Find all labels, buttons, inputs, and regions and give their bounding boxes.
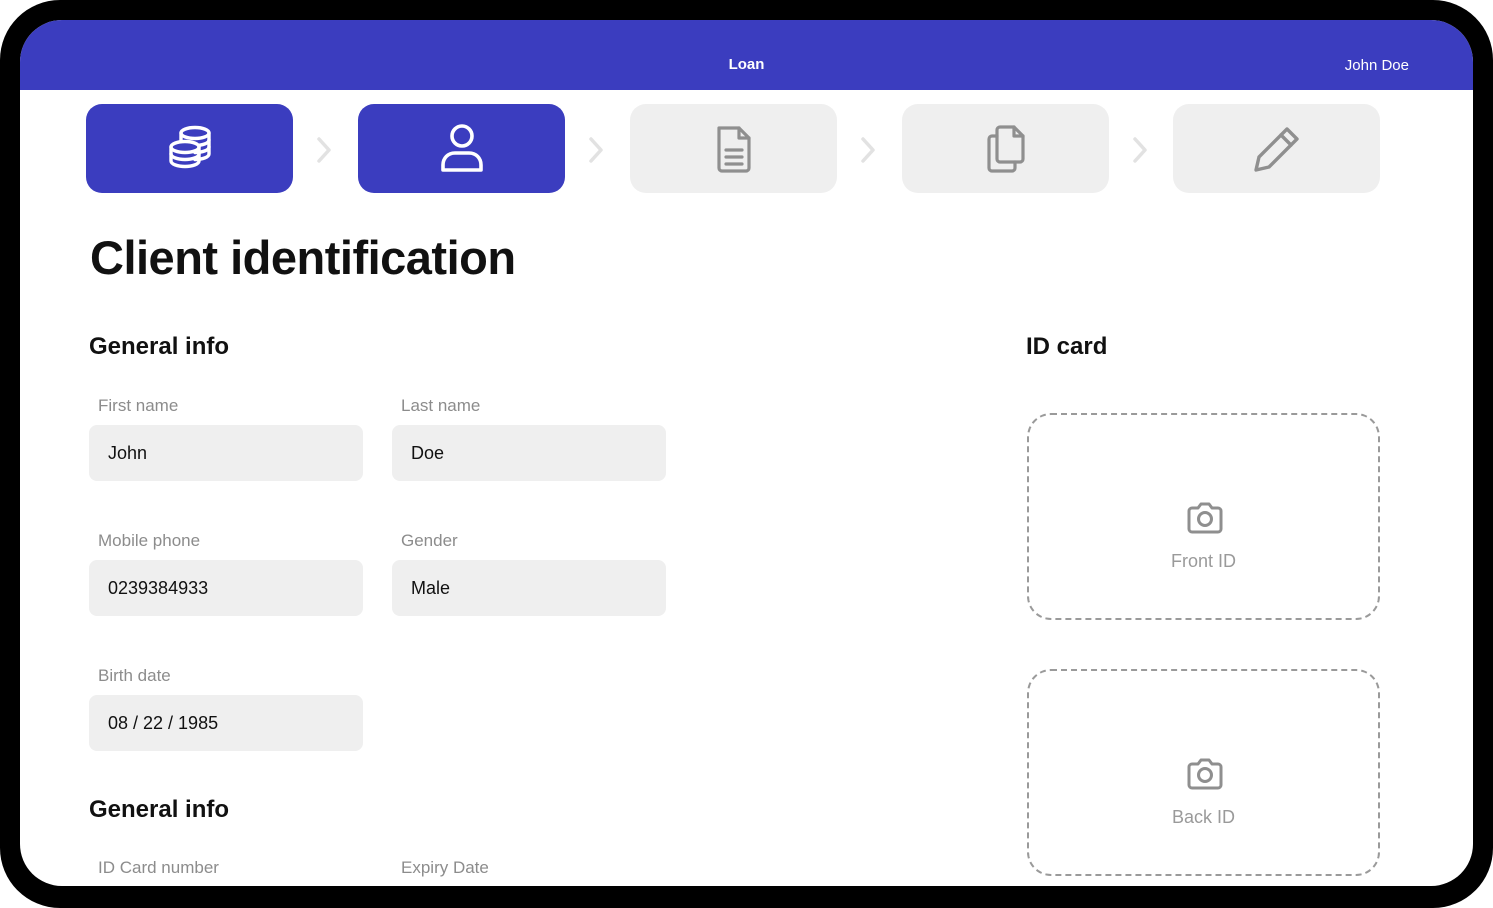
- last-name-value: Doe: [411, 443, 445, 463]
- copy-icon: [986, 124, 1025, 173]
- gender-label: Gender: [401, 531, 458, 550]
- first-name-label: First name: [98, 396, 179, 415]
- birth-date-field[interactable]: 08 / 22 / 1985: [89, 695, 363, 751]
- top-bar: Loan John Doe: [20, 20, 1473, 90]
- coins-icon: [168, 125, 211, 168]
- birth-date-label: Birth date: [98, 666, 171, 685]
- id-card-heading: ID card: [1026, 333, 1108, 360]
- first-name-field[interactable]: John: [89, 425, 363, 481]
- front-id-upload[interactable]: Front ID: [1027, 413, 1380, 620]
- step-copies[interactable]: [902, 104, 1109, 193]
- app-screen: Loan John Doe Client identification Gene…: [20, 20, 1473, 886]
- mobile-phone-value: 0239384933: [108, 578, 209, 598]
- expiry-date-label: Expiry Date: [401, 858, 489, 877]
- front-id-label: Front ID: [1170, 551, 1236, 571]
- gender-value: Male: [411, 578, 451, 598]
- app-title: Loan: [728, 56, 765, 73]
- birth-date-value: 08 / 22 / 1985: [108, 713, 219, 733]
- back-id-label: Back ID: [1171, 807, 1236, 827]
- chevron-right-icon: [317, 137, 331, 163]
- last-name-field[interactable]: Doe: [392, 425, 666, 481]
- id-info-heading: General info: [89, 796, 230, 823]
- step-sign[interactable]: [1173, 104, 1380, 193]
- first-name-value: John: [108, 443, 148, 463]
- pencil-icon: [1253, 126, 1299, 172]
- camera-icon: [1187, 502, 1223, 534]
- camera-icon: [1187, 758, 1223, 790]
- step-documents[interactable]: [630, 104, 837, 193]
- chevron-right-icon: [861, 137, 875, 163]
- user-name[interactable]: John Doe: [1345, 57, 1409, 74]
- general-info-heading: General info: [89, 333, 230, 360]
- back-id-upload[interactable]: Back ID: [1027, 669, 1380, 876]
- gender-field[interactable]: Male: [392, 560, 666, 616]
- chevron-right-icon: [1133, 137, 1147, 163]
- step-loan[interactable]: [86, 104, 293, 193]
- id-card-number-label: ID Card number: [98, 858, 219, 877]
- page-title: Client identification: [90, 231, 516, 284]
- mobile-phone-field[interactable]: 0239384933: [89, 560, 363, 616]
- chevron-right-icon: [589, 137, 603, 163]
- step-client[interactable]: [358, 104, 565, 193]
- document-icon: [716, 125, 751, 173]
- last-name-label: Last name: [401, 396, 481, 415]
- user-icon: [440, 123, 483, 172]
- device-frame: Loan John Doe Client identification Gene…: [0, 0, 1493, 908]
- mobile-phone-label: Mobile phone: [98, 531, 201, 550]
